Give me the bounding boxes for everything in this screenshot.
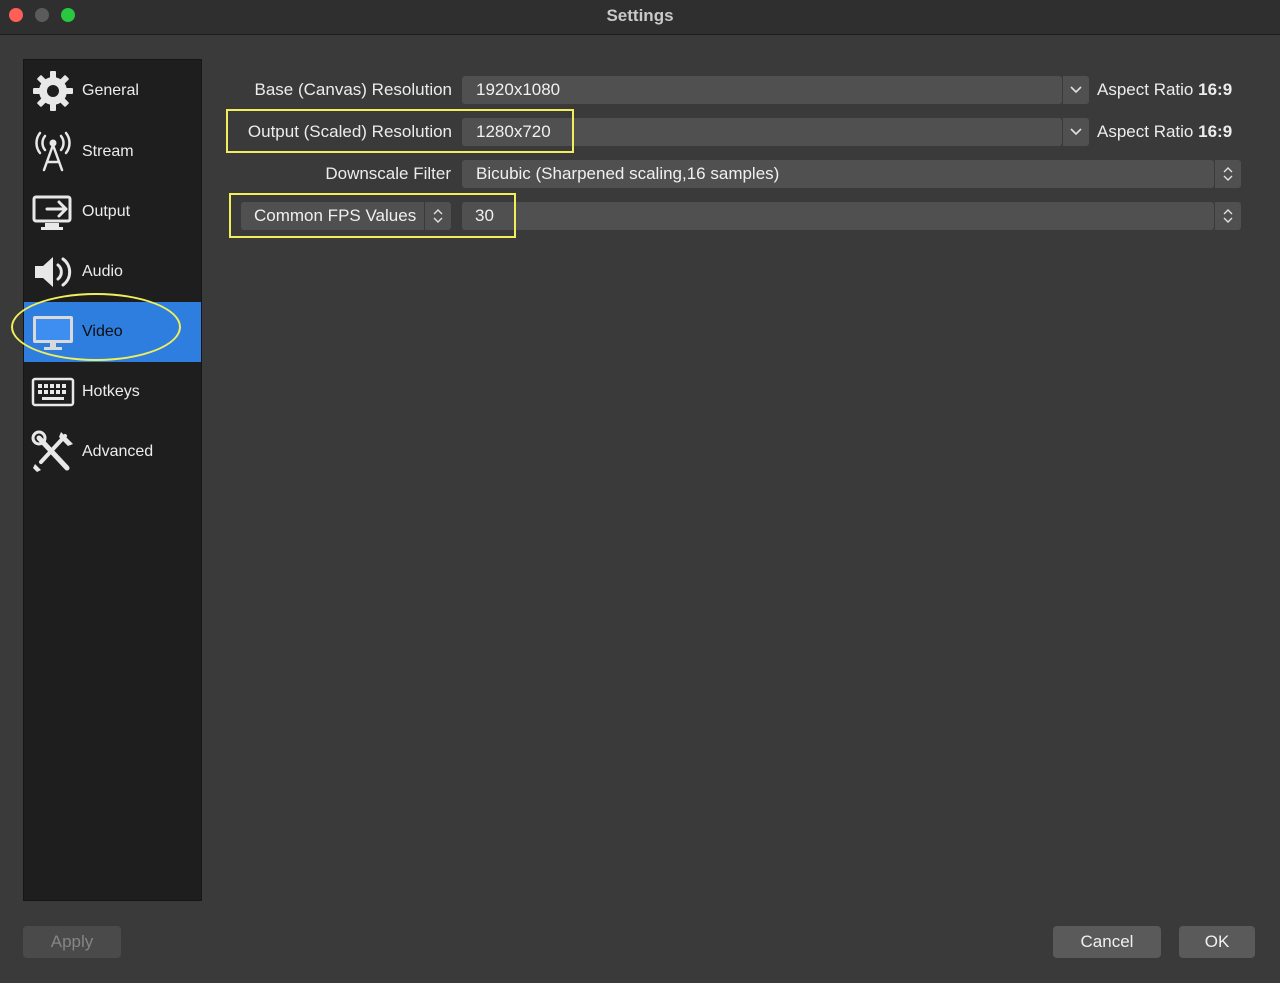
apply-button[interactable]: Apply <box>23 926 121 958</box>
chevron-down-icon <box>1070 86 1082 94</box>
antenna-icon <box>30 129 76 175</box>
fps-type-value: Common FPS Values <box>254 206 417 225</box>
sidebar-item-audio[interactable]: Audio <box>24 242 201 302</box>
ok-button[interactable]: OK <box>1179 926 1255 958</box>
base-resolution-combo[interactable]: 1920x1080 <box>462 76 1062 104</box>
fps-type-dropdown[interactable] <box>424 202 451 230</box>
output-resolution-value: 1280x720 <box>476 122 551 141</box>
gear-icon <box>30 68 76 114</box>
keyboard-icon <box>30 369 76 415</box>
downscale-filter-dropdown[interactable] <box>1214 160 1241 188</box>
chevron-down-icon <box>1070 128 1082 136</box>
sidebar-item-output[interactable]: Output <box>24 182 201 242</box>
sidebar-item-hotkeys[interactable]: Hotkeys <box>24 362 201 422</box>
sidebar-item-video[interactable]: Video <box>24 302 201 362</box>
fps-type-combo[interactable]: Common FPS Values <box>241 202 451 230</box>
cancel-button[interactable]: Cancel <box>1053 926 1161 958</box>
output-monitor-icon <box>30 189 76 235</box>
sidebar-item-label: Advanced <box>82 443 154 460</box>
up-down-chevron-icon <box>1223 167 1233 181</box>
output-resolution-dropdown[interactable] <box>1062 118 1089 146</box>
sidebar-item-label: Output <box>82 203 131 220</box>
fps-value-dropdown[interactable] <box>1214 202 1241 230</box>
downscale-filter-label: Downscale Filter <box>325 164 451 183</box>
base-aspect-ratio: Aspect Ratio 16:9 <box>1097 80 1232 100</box>
sidebar-item-label: Audio <box>82 263 123 280</box>
base-resolution-value: 1920x1080 <box>476 80 561 99</box>
base-aspect-ratio-label: Aspect Ratio <box>1097 80 1194 99</box>
base-resolution-dropdown[interactable] <box>1062 76 1089 104</box>
window-title: Settings <box>606 6 674 25</box>
tools-icon <box>30 429 76 475</box>
up-down-chevron-icon <box>1223 209 1233 223</box>
output-aspect-ratio-label: Aspect Ratio <box>1097 122 1194 141</box>
fps-value-combo[interactable]: 30 <box>462 202 1214 230</box>
title-bar: Settings <box>0 0 1280 35</box>
sidebar-item-label: General <box>82 82 139 99</box>
sidebar-item-label: Video <box>82 323 123 340</box>
settings-sidebar: General Stream Output Audio Video Hotkey… <box>23 59 202 901</box>
speaker-icon <box>30 249 76 295</box>
output-aspect-ratio: Aspect Ratio 16:9 <box>1097 122 1232 142</box>
downscale-filter-combo[interactable]: Bicubic (Sharpened scaling,16 samples) <box>462 160 1214 188</box>
downscale-filter-value: Bicubic (Sharpened scaling,16 samples) <box>476 164 780 183</box>
monitor-icon <box>30 309 76 355</box>
output-resolution-combo[interactable]: 1280x720 <box>462 118 1062 146</box>
up-down-chevron-icon <box>433 209 443 223</box>
output-aspect-ratio-value: 16:9 <box>1198 122 1233 141</box>
settings-window: Settings General Stream Output Audio Vid… <box>0 0 1280 983</box>
output-resolution-label: Output (Scaled) Resolution <box>247 122 452 141</box>
sidebar-item-label: Stream <box>82 143 134 160</box>
base-aspect-ratio-value: 16:9 <box>1198 80 1233 99</box>
sidebar-item-stream[interactable]: Stream <box>24 122 201 182</box>
fps-value: 30 <box>475 206 494 225</box>
sidebar-item-general[interactable]: General <box>24 61 201 121</box>
sidebar-item-label: Hotkeys <box>82 383 140 400</box>
base-resolution-label: Base (Canvas) Resolution <box>254 80 452 99</box>
sidebar-item-advanced[interactable]: Advanced <box>24 422 201 482</box>
